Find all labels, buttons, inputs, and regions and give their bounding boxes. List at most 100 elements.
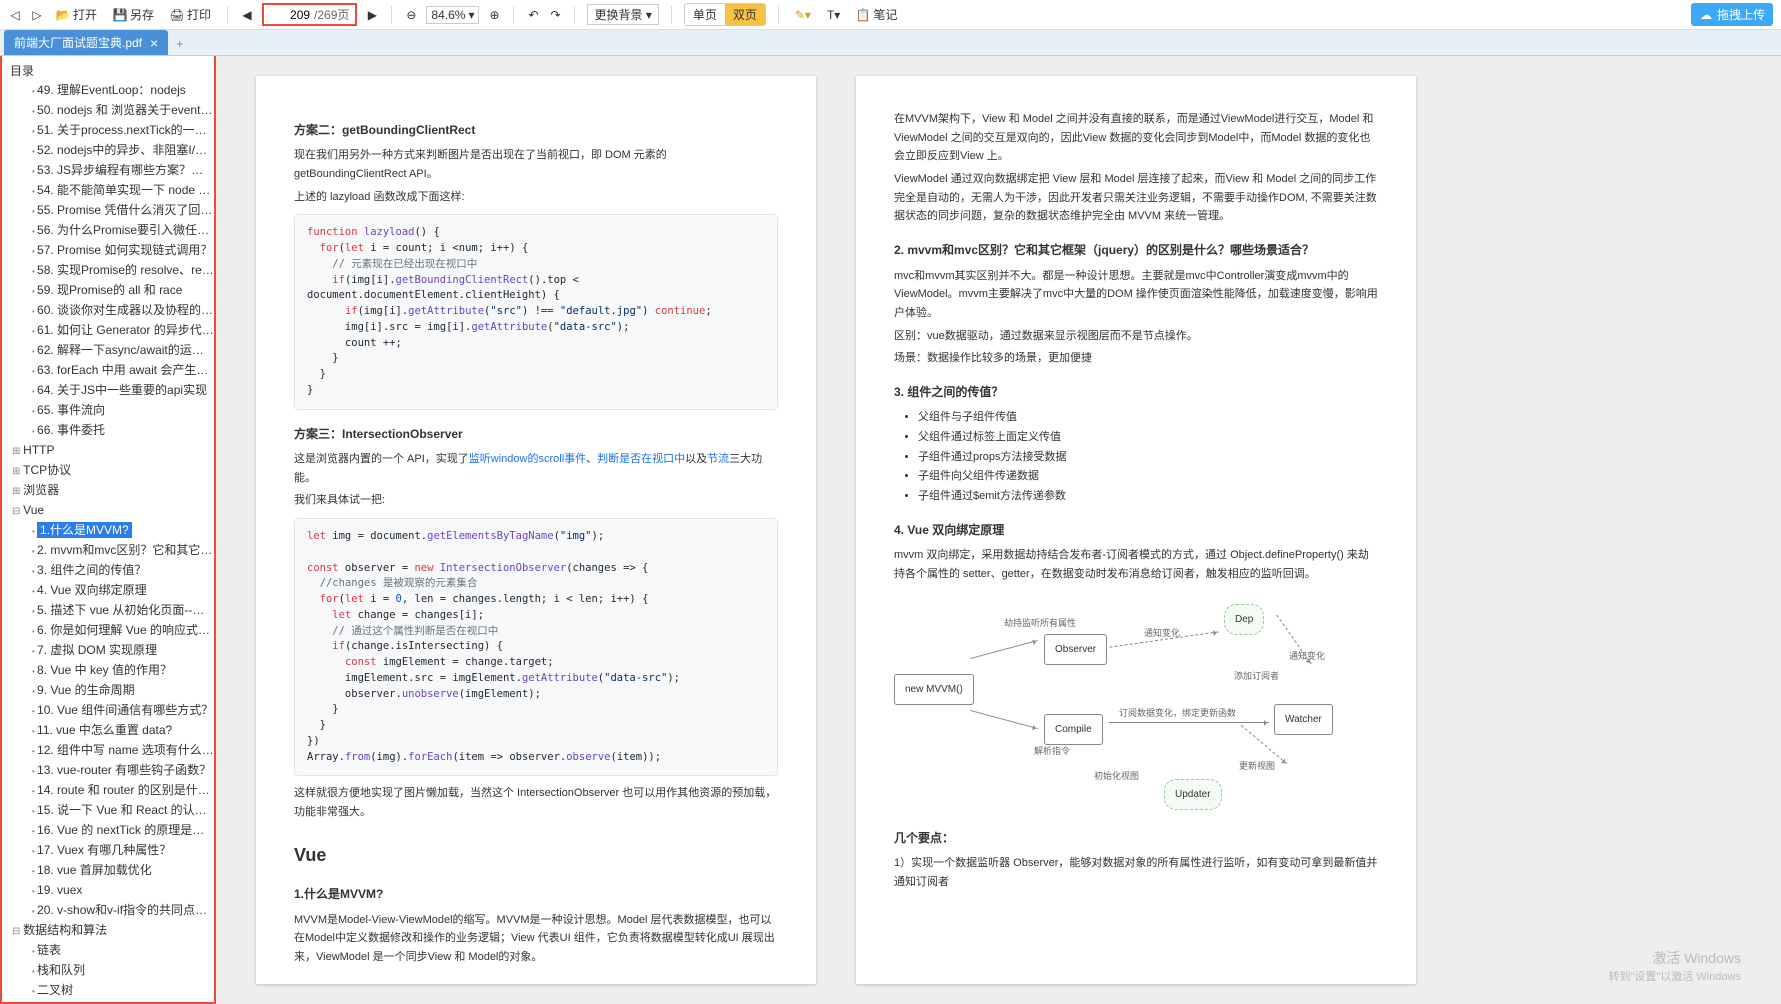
toc-item[interactable]: 二叉树 xyxy=(2,981,214,1001)
add-tab-button[interactable]: + xyxy=(168,33,191,55)
toc-item[interactable]: 49. 理解EventLoop：nodejs xyxy=(2,81,214,101)
toc-item[interactable]: 19. vuex xyxy=(2,881,214,901)
redo-icon[interactable]: ↷ xyxy=(548,8,562,22)
toc-item[interactable]: 3. 组件之间的传值？ xyxy=(2,561,214,581)
diagram-label: 添加订阅者 xyxy=(1234,669,1279,684)
single-page-button[interactable]: 单页 xyxy=(685,4,725,25)
document-tab[interactable]: 前端大厂面试题宝典.pdf × xyxy=(4,30,168,55)
toc-item[interactable]: 栈和队列 xyxy=(2,961,214,981)
separator xyxy=(513,6,514,24)
toc-item[interactable]: 66. 事件委托 xyxy=(2,421,214,441)
diagram-node: Compile xyxy=(1044,714,1103,745)
forward-icon[interactable]: ▷ xyxy=(30,8,44,22)
section-heading: 3. 组件之间的传值？ xyxy=(894,382,1378,402)
toc-item[interactable]: 60. 谈谈你对生成器以及协程的理解 xyxy=(2,301,214,321)
toc-item[interactable]: 8. Vue 中 key 值的作用？ xyxy=(2,661,214,681)
section-heading: 方案二：getBoundingClientRect xyxy=(294,120,778,140)
upload-button[interactable]: ☁拖拽上传 xyxy=(1691,3,1773,26)
toc-item[interactable]: 59. 现Promise的 all 和 race xyxy=(2,281,214,301)
toc-item[interactable]: 20. v-show和v-if指令的共同点和不同 xyxy=(2,901,214,921)
paragraph: 在MVVM架构下，View 和 Model 之间并没有直接的联系，而是通过Vie… xyxy=(894,110,1378,166)
open-button[interactable]: 📂打开 xyxy=(52,4,101,25)
toc-item[interactable]: 数据结构和算法 xyxy=(2,921,214,941)
toc-item[interactable]: 7. 虚拟 DOM 实现原理 xyxy=(2,641,214,661)
toc-item[interactable]: 11. vue 中怎么重置 data? xyxy=(2,721,214,741)
list-item: 父组件与子组件传值 xyxy=(918,408,1378,427)
section-heading: 4. Vue 双向绑定原理 xyxy=(894,520,1378,540)
toc-item[interactable]: 12. 组件中写 name 选项有什么作用？ xyxy=(2,741,214,761)
toc-item[interactable]: 15. 说一下 Vue 和 React 的认识，做一 xyxy=(2,801,214,821)
zoom-select[interactable]: 84.6% ▾ xyxy=(426,6,479,24)
close-icon[interactable]: × xyxy=(150,35,158,51)
double-page-button[interactable]: 双页 xyxy=(725,4,765,25)
toc-item[interactable]: 18. vue 首屏加载优化 xyxy=(2,861,214,881)
paragraph: 这样就很方便地实现了图片懒加载，当然这个 IntersectionObserve… xyxy=(294,784,778,821)
toc-item[interactable]: 1.什么是MVVM? xyxy=(2,521,214,541)
notes-button[interactable]: 📋笔记 xyxy=(852,4,901,25)
toc-item[interactable]: 16. Vue 的 nextTick 的原理是什么？ xyxy=(2,821,214,841)
mvvm-diagram: new MVVM() Observer Compile Dep Watcher … xyxy=(894,594,1378,814)
save-icon: 💾 xyxy=(113,8,127,22)
paragraph: 1）实现一个数据监听器 Observer，能够对数据对象的所有属性进行监听，如有… xyxy=(894,854,1378,891)
toc-item[interactable]: 58. 实现Promise的 resolve、reject 和 xyxy=(2,261,214,281)
toc-item[interactable]: 13. vue-router 有哪些钩子函数？ xyxy=(2,761,214,781)
print-icon: 🖨 xyxy=(170,8,184,22)
page-total: /269页 xyxy=(314,6,349,23)
bullet-list: 父组件与子组件传值父组件通过标签上面定义传值子组件通过props方法接受数据子组… xyxy=(918,408,1378,505)
toc-item[interactable]: 链表 xyxy=(2,941,214,961)
toc-item[interactable]: 54. 能不能简单实现一下 node 中回调 xyxy=(2,181,214,201)
diagram-label: 解析指令 xyxy=(1034,744,1070,759)
toc-item[interactable]: 51. 关于process.nextTick的一点说明 xyxy=(2,121,214,141)
toc-item[interactable]: Vue xyxy=(2,501,214,521)
page-input[interactable] xyxy=(270,8,310,22)
prev-page-icon[interactable]: ◀ xyxy=(240,8,254,22)
toc-item[interactable]: 55. Promise 凭借什么消灭了回调地狱 xyxy=(2,201,214,221)
toc-sidebar: 目录 49. 理解EventLoop：nodejs50. nodejs 和 浏览… xyxy=(0,56,216,1004)
separator xyxy=(574,6,575,24)
background-select[interactable]: 更换背景 ▾ xyxy=(587,4,658,25)
toc-item[interactable]: 57. Promise 如何实现链式调用？ xyxy=(2,241,214,261)
toc-item[interactable]: 62. 解释一下async/await的运行机制。 xyxy=(2,341,214,361)
toc-item[interactable]: 14. route 和 router 的区别是什么？ xyxy=(2,781,214,801)
toc-item[interactable]: HTTP xyxy=(2,441,214,461)
toc-item[interactable]: 53. JS异步编程有哪些方案？为什么会 xyxy=(2,161,214,181)
toc-item[interactable]: 56. 为什么Promise要引入微任务？ xyxy=(2,221,214,241)
toc-item[interactable]: 5. 描述下 vue 从初始化页面--修改数据 xyxy=(2,601,214,621)
toc-item[interactable]: 17. Vuex 有哪几种属性？ xyxy=(2,841,214,861)
toc-item[interactable]: 6. 你是如何理解 Vue 的响应式系统的 xyxy=(2,621,214,641)
section-heading: 方案三：IntersectionObserver xyxy=(294,424,778,444)
paragraph: 这是浏览器内置的一个 API，实现了监听window的scroll事件、判断是否… xyxy=(294,450,778,487)
toc-item[interactable]: 2. mvvm和mvc区别？它和其它框架（ xyxy=(2,541,214,561)
separator xyxy=(391,6,392,24)
page-indicator: /269页 xyxy=(262,3,357,26)
toc-item[interactable]: 浏览器 xyxy=(2,481,214,501)
undo-icon[interactable]: ↶ xyxy=(526,8,540,22)
paragraph: 现在我们用另外一种方式来判断图片是否出现在了当前视口，即 DOM 元素的 get… xyxy=(294,146,778,183)
paragraph: 我们来具体试一把: xyxy=(294,491,778,510)
zoom-in-icon[interactable]: ⊕ xyxy=(487,8,501,22)
paragraph: 场景：数据操作比较多的场景，更加便捷 xyxy=(894,349,1378,368)
back-icon[interactable]: ◁ xyxy=(8,8,22,22)
toc-item[interactable]: TCP协议 xyxy=(2,461,214,481)
toc-item[interactable]: 65. 事件流向 xyxy=(2,401,214,421)
text-button[interactable]: T▾ xyxy=(823,6,844,24)
toc-item[interactable]: 4. Vue 双向绑定原理 xyxy=(2,581,214,601)
toc-item[interactable]: 9. Vue 的生命周期 xyxy=(2,681,214,701)
save-as-button[interactable]: 💾另存 xyxy=(109,4,158,25)
toc-item[interactable]: 50. nodejs 和 浏览器关于eventLoop的 xyxy=(2,101,214,121)
code-block: function lazyload() { for(let i = count;… xyxy=(294,214,778,409)
next-page-icon[interactable]: ▶ xyxy=(365,8,379,22)
toc-item[interactable]: 63. forEach 中用 await 会产生什么问 xyxy=(2,361,214,381)
page-viewer[interactable]: 方案二：getBoundingClientRect 现在我们用另外一种方式来判断… xyxy=(216,56,1781,1004)
highlight-button[interactable]: ✎▾ xyxy=(791,6,815,24)
zoom-out-icon[interactable]: ⊖ xyxy=(404,8,418,22)
paragraph: 上述的 lazyload 函数改成下面这样: xyxy=(294,188,778,207)
toc-item[interactable]: 10. Vue 组件间通信有哪些方式？ xyxy=(2,701,214,721)
diagram-node: Observer xyxy=(1044,634,1107,665)
diagram-node: Watcher xyxy=(1274,704,1333,735)
toc-item[interactable]: 61. 如何让 Generator 的异步代码按顺 xyxy=(2,321,214,341)
print-button[interactable]: 🖨打印 xyxy=(166,4,215,25)
list-item: 子组件通过props方法接受数据 xyxy=(918,448,1378,467)
toc-item[interactable]: 52. nodejs中的异步、非阻塞I/O是如何 xyxy=(2,141,214,161)
toc-item[interactable]: 64. 关于JS中一些重要的api实现 xyxy=(2,381,214,401)
